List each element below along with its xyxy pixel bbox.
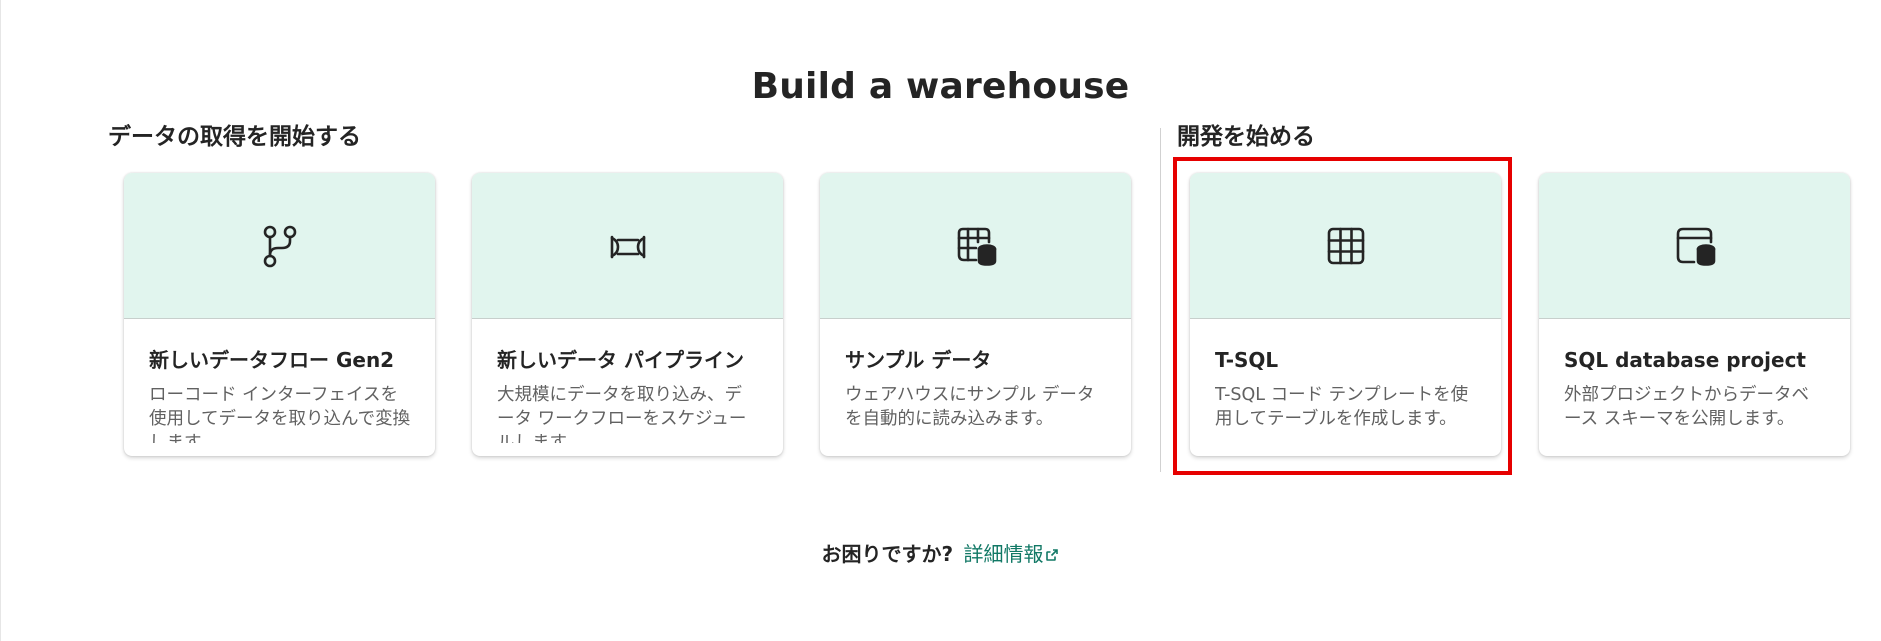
- card-title: T-SQL: [1215, 348, 1279, 372]
- card-description: ウェアハウスにサンプル データを自動的に読み込みます。: [845, 385, 1095, 429]
- table-database-icon: [957, 227, 996, 266]
- section-title-get-data: データの取得を開始する: [108, 124, 361, 150]
- learn-more-label: 詳細情報: [963, 542, 1044, 566]
- section-title-develop: 開発を始める: [1177, 124, 1315, 150]
- card-t-sql[interactable]: T-SQL T-SQL コード テンプレートを使用してテーブルを作成します。: [1190, 173, 1501, 456]
- card-description: ローコード インターフェイスを使用してデータを取り込んで変換します。: [149, 385, 411, 443]
- learn-more-link[interactable]: 詳細情報: [963, 542, 1059, 566]
- card-header: [1190, 173, 1501, 319]
- card-sql-database-project[interactable]: SQL database project 外部プロジェクトからデータベース スキ…: [1539, 173, 1850, 456]
- pipeline-icon: [610, 235, 645, 258]
- card-title: サンプル データ: [845, 348, 992, 372]
- card-title: SQL database project: [1564, 348, 1806, 372]
- table-grid-icon: [1327, 227, 1364, 264]
- card-sample-data[interactable]: サンプル データ ウェアハウスにサンプル データを自動的に読み込みます。: [820, 173, 1131, 456]
- card-header: [472, 173, 783, 319]
- help-question: お困りですか?: [821, 542, 954, 566]
- help-footer: お困りですか? 詳細情報: [0, 541, 1881, 567]
- card-title: 新しいデータ パイプライン: [497, 348, 744, 372]
- card-new-dataflow-gen2[interactable]: 新しいデータフロー Gen2 ローコード インターフェイスを使用してデータを取り…: [124, 173, 435, 456]
- card-header: [124, 173, 435, 319]
- card-new-data-pipeline[interactable]: 新しいデータ パイプライン 大規模にデータを取り込み、データ ワークフローをスケ…: [472, 173, 783, 456]
- window-database-icon: [1676, 227, 1715, 266]
- external-link-icon: [1045, 542, 1059, 561]
- card-title: 新しいデータフロー Gen2: [149, 348, 395, 372]
- branch-icon: [263, 225, 296, 267]
- page-title: Build a warehouse: [751, 66, 1130, 108]
- card-description: 大規模にデータを取り込み、データ ワークフローをスケジュールします。: [497, 385, 747, 443]
- card-description: T-SQL コード テンプレートを使用してテーブルを作成します。: [1215, 385, 1469, 429]
- card-header: [820, 173, 1131, 319]
- section-divider: [1160, 128, 1161, 472]
- card-description: 外部プロジェクトからデータベース スキーマを公開します。: [1564, 385, 1809, 429]
- card-header: [1539, 173, 1850, 319]
